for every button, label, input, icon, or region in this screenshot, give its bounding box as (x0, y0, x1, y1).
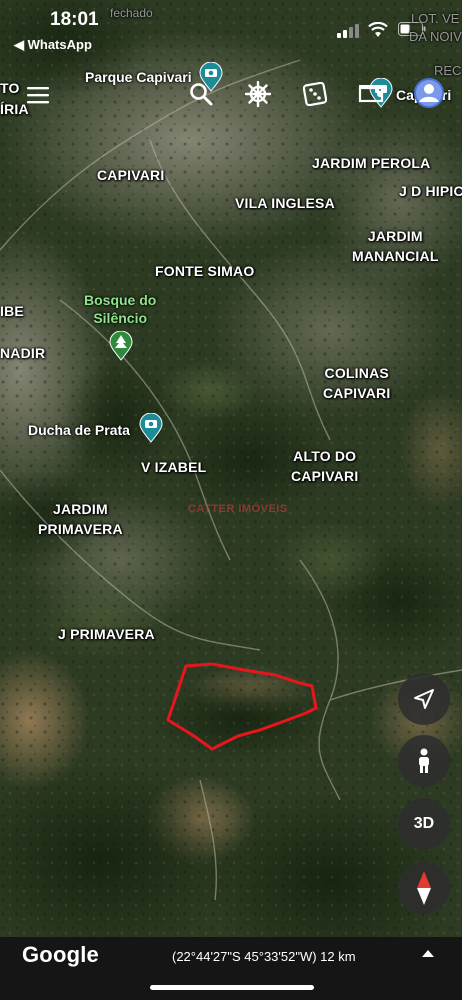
voyager-button[interactable] (243, 79, 273, 109)
place-label: COLINAS CAPIVARI (323, 363, 390, 403)
place-label: J PRIMAVERA (58, 626, 155, 642)
place-label-faint: fechado (110, 6, 153, 20)
poi-label[interactable]: Bosque do Silêncio (84, 291, 156, 327)
place-label: VILA INGLESA (235, 195, 335, 211)
coordinates-scale-readout[interactable]: (22°44'27"S 45°33'52"W) 12 km (172, 949, 356, 964)
poi-label-line: Bosque do (84, 292, 157, 308)
place-label: NADIR (0, 345, 46, 361)
compass-icon (417, 871, 431, 905)
place-label: CAPIVARI (97, 167, 165, 183)
poi-label[interactable]: Ducha de Prata (28, 421, 130, 439)
back-to-app-link[interactable]: ◀ WhatsApp (14, 37, 92, 53)
place-label: J D HIPIC (399, 183, 462, 199)
place-label-line: JARDIM (367, 228, 423, 244)
place-label-line: ALTO DO (293, 448, 357, 464)
place-label: JARDIM PRIMAVERA (38, 499, 123, 539)
place-label-line: MANANCIAL (352, 248, 439, 264)
account-button[interactable] (412, 76, 446, 110)
menu-button[interactable] (23, 80, 53, 110)
place-label-line: CAPIVARI (291, 468, 359, 484)
avatar-icon (414, 78, 444, 108)
place-label: ALTO DO CAPIVARI (291, 446, 358, 486)
place-label: V IZABEL (141, 459, 207, 475)
camera-pin-icon[interactable] (139, 413, 163, 443)
tree-pin-icon[interactable] (109, 331, 133, 361)
my-location-button[interactable] (398, 673, 450, 725)
search-icon (190, 83, 213, 106)
place-label-line: PRIMAVERA (38, 521, 123, 537)
place-label-line: JARDIM (52, 501, 108, 517)
chevron-up-icon[interactable] (421, 948, 435, 958)
hamburger-icon (27, 87, 49, 104)
search-button[interactable] (186, 79, 216, 109)
status-time: 18:01 (50, 9, 99, 30)
feeling-lucky-button[interactable] (300, 79, 330, 109)
home-indicator (150, 985, 314, 990)
place-label-faint: LOT. VE (411, 11, 460, 26)
compass-button[interactable] (398, 862, 450, 914)
ship-wheel-icon (245, 81, 271, 107)
place-label: IBE (0, 303, 24, 319)
dice-icon (303, 82, 327, 106)
place-label-faint: DA NOIV (409, 29, 462, 44)
place-label-line: CAPIVARI (323, 385, 391, 401)
place-label: TO (0, 80, 20, 96)
pegman-icon (419, 748, 429, 773)
place-label-line: COLINAS (324, 365, 389, 381)
projects-button[interactable] (357, 79, 387, 109)
place-label: JARDIM MANANCIAL (352, 226, 439, 266)
watermark: CATTER IMÓVEIS (188, 503, 288, 515)
projects-icon (358, 85, 384, 103)
google-logo: Google (22, 942, 99, 967)
place-label: JARDIM PEROLA (312, 155, 431, 171)
poi-label-line: Silêncio (93, 310, 148, 326)
place-label: FONTE SIMAO (155, 263, 255, 279)
poi-label[interactable]: Parque Capivari (85, 68, 192, 86)
street-view-button[interactable] (398, 735, 450, 787)
signal-icon (337, 24, 359, 38)
toggle-3d-button[interactable]: 3D (398, 798, 450, 850)
navigation-arrow-icon (414, 689, 434, 709)
status-bar: 18:01 ◀ WhatsApp (0, 0, 462, 60)
wifi-icon (368, 22, 388, 37)
